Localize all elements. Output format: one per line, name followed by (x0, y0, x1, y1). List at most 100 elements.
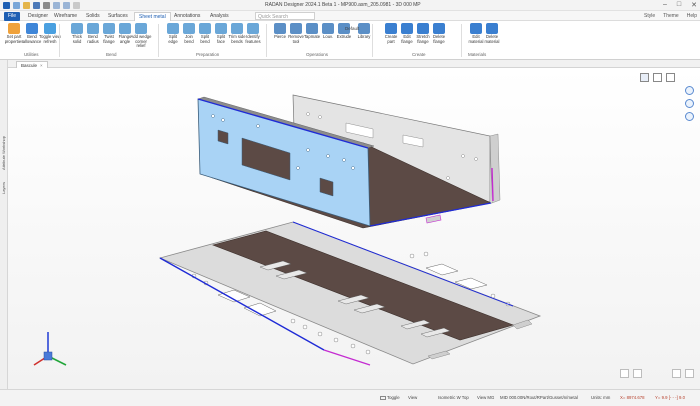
ribbon-button-label: Identify features (245, 34, 261, 44)
folded-part[interactable] (197, 94, 501, 229)
group-separator (158, 24, 159, 57)
tab-right-controls: Style Theme Help (644, 13, 697, 19)
ribbon-tabs: File Designer Wireframe Solids Surfaces … (0, 11, 700, 21)
ribbon-button-label: Join bend (184, 34, 194, 44)
ribbon-button-label: Toggle view refresh (39, 34, 61, 44)
title-bar: RADAN Designer 2024.1 Beta 1 - MP900.asm… (0, 0, 700, 11)
tab-wireframe[interactable]: Wireframe (50, 12, 81, 21)
ribbon-button-add-wedge-corner-relief[interactable]: Add wedge corner relief (130, 23, 152, 49)
view-mode-text: Isometric W Top (438, 395, 469, 400)
ribbon-button-label: Delete material (484, 34, 500, 44)
toggle-checkbox[interactable] (380, 395, 386, 400)
ribbon-button-label: Thick solid (71, 34, 82, 44)
close-icon[interactable]: × (40, 63, 43, 68)
document-tab-bascule[interactable]: Bascule × (16, 61, 48, 68)
pan-icon[interactable] (685, 99, 694, 108)
ribbon-button-label: Extrude (336, 34, 352, 39)
tab-attribute-workshop[interactable]: Attribute Workshop (1, 136, 7, 170)
ribbon-button-label: Twist flange (103, 34, 115, 44)
app-logo-icon[interactable] (3, 2, 10, 9)
view-cube-icon[interactable] (640, 73, 649, 82)
group-separator (461, 24, 462, 57)
ribbon-button-label: Louv. (323, 34, 333, 39)
ribbon-button-delete-material[interactable]: Delete material (481, 23, 503, 44)
window-controls: – □ ✕ (663, 1, 697, 9)
units-value: Units: mm (591, 395, 611, 400)
display-mode-button[interactable] (633, 369, 642, 378)
sheet-metal-model[interactable] (8, 68, 700, 389)
ribbon-button-label: Edit flange (401, 34, 413, 44)
toggle-label: Toggle (387, 395, 400, 400)
ribbon-button-label: Library (357, 34, 371, 39)
ribbon-button-label: Split edge (168, 34, 178, 44)
group-label-operations: Operations (306, 52, 329, 57)
axis-triad (33, 332, 67, 366)
left-panel-strip: Attribute Workshop Layers (0, 60, 8, 389)
redo-icon[interactable] (63, 2, 70, 9)
ribbon-button-icon (26, 23, 38, 34)
quick-search-input[interactable]: Quick Search (255, 12, 315, 20)
view-toolbar (640, 73, 675, 82)
close-button[interactable]: ✕ (691, 1, 697, 9)
toggle-control[interactable]: Toggle (380, 395, 400, 400)
default-label[interactable]: Default (345, 26, 359, 31)
units-text: View MG (477, 395, 495, 400)
zoom-icon[interactable] (685, 112, 694, 121)
home-view-icon[interactable] (653, 73, 662, 82)
ribbon-button-label: Add wedge corner relief (130, 34, 152, 49)
ribbon-button-icon (433, 23, 445, 34)
document-tab-label: Bascule (21, 62, 38, 68)
ribbon-button-identify-features[interactable]: Identify features (242, 23, 264, 44)
render-mode-button[interactable] (685, 369, 694, 378)
ribbon-button-icon (486, 23, 498, 34)
ribbon-button-label: Delete flange (432, 34, 446, 44)
tab-layers[interactable]: Layers (1, 182, 7, 194)
ribbon-panel: Set part properties Bend allowance Toggle … (0, 21, 700, 60)
coords-y: Y= 9.9 [- - -] 9.0 (655, 395, 685, 400)
3d-viewport[interactable] (8, 68, 700, 389)
section-view-button[interactable] (672, 369, 681, 378)
minimize-button[interactable]: – (663, 1, 667, 9)
group-label-create: Create (412, 52, 426, 57)
style-menu[interactable]: Style (644, 13, 655, 19)
flat-blank[interactable] (158, 221, 542, 366)
tab-surfaces[interactable]: Surfaces (104, 12, 132, 21)
path-text: MID 000.00N/Rout/RPart/Gusset/n/metal (500, 395, 578, 400)
nav-toolbar (685, 86, 694, 121)
orbit-icon[interactable] (685, 86, 694, 95)
group-label-materials: Materials (468, 52, 487, 57)
tab-solids[interactable]: Solids (82, 12, 104, 21)
theme-menu[interactable]: Theme (663, 13, 679, 19)
group-separator (59, 24, 60, 57)
zoom-fit-icon[interactable] (666, 73, 675, 82)
tab-designer[interactable]: Designer (24, 12, 52, 21)
ribbon-button-icon (44, 23, 56, 34)
ribbon-button-toggle-view-refresh[interactable]: Toggle view refresh (39, 23, 61, 44)
print-icon[interactable] (43, 2, 50, 9)
help-icon[interactable] (73, 2, 80, 9)
ribbon-button-delete-flange[interactable]: Delete flange (428, 23, 450, 44)
view-label[interactable]: View (408, 395, 417, 400)
quick-access-toolbar (3, 2, 80, 9)
maximize-button[interactable]: □ (677, 1, 681, 9)
ribbon-button-icon (358, 23, 370, 34)
tab-annotations[interactable]: Annotations (170, 12, 204, 21)
coords-x: X= 8974.678 (620, 395, 645, 400)
new-file-icon[interactable] (13, 2, 20, 9)
save-icon[interactable] (33, 2, 40, 9)
window-title: RADAN Designer 2024.1 Beta 1 - MP900.asm… (265, 2, 421, 8)
tab-file[interactable]: File (4, 12, 21, 21)
tab-analysis[interactable]: Analysis (206, 12, 233, 21)
view-mode-button[interactable] (620, 369, 629, 378)
ribbon-button-label: Split bend (200, 34, 210, 44)
help-menu[interactable]: Help (687, 13, 697, 19)
ribbon-button-label: Bend radius (87, 34, 99, 44)
group-label-utilities: Utilities (24, 52, 39, 57)
ribbon-button-icon (247, 23, 259, 34)
group-label-bend: Bend (106, 52, 117, 57)
tab-sheet-metal[interactable]: Sheet metal (134, 12, 171, 21)
ribbon-button-label: Split face (216, 34, 226, 44)
open-folder-icon[interactable] (23, 2, 30, 9)
undo-icon[interactable] (53, 2, 60, 9)
ribbon-button-icon (135, 23, 147, 34)
